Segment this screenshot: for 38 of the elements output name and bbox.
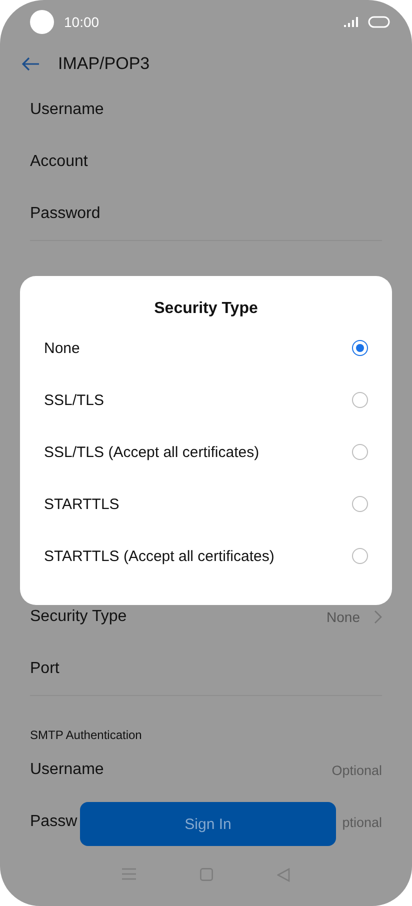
field-label: Username: [30, 761, 104, 779]
option-label: STARTTLS: [44, 496, 120, 512]
security-type-row[interactable]: Security Type None: [0, 591, 412, 643]
radio-button[interactable]: [352, 496, 368, 512]
back-triangle-icon[interactable]: [277, 868, 290, 882]
battery-icon: [368, 16, 390, 28]
field-label: Port: [30, 660, 60, 678]
option-label: None: [44, 340, 80, 356]
radio-button[interactable]: [352, 340, 368, 356]
radio-option[interactable]: STARTTLS: [44, 478, 368, 530]
camera-cutout: [30, 10, 54, 34]
home-square-icon[interactable]: [200, 868, 213, 881]
radio-option[interactable]: STARTTLS (Accept all certificates): [44, 530, 368, 582]
radio-button[interactable]: [352, 444, 368, 460]
field-label: Account: [30, 153, 88, 171]
signal-icon: [344, 17, 358, 27]
chevron-icon: [374, 610, 382, 624]
section-heading: SMTP Authentication: [29, 727, 143, 744]
status-time: 10:00: [64, 14, 100, 30]
field-label: Username: [30, 101, 104, 119]
radio-option[interactable]: SSL/TLS (Accept all certificates): [44, 426, 368, 478]
dialog-title: Security Type: [153, 299, 259, 319]
screen-title: IMAP/POP3: [58, 54, 150, 74]
option-label: STARTTLS (Accept all certificates): [44, 548, 274, 564]
radio-button[interactable]: [352, 548, 368, 564]
back-arrow-icon[interactable]: [22, 57, 40, 71]
field-label: Password: [30, 205, 100, 223]
input-field[interactable]: Optional: [330, 762, 382, 778]
field-label: Passw: [30, 813, 78, 831]
menu-icon[interactable]: [122, 868, 136, 880]
input-field[interactable]: ptional: [336, 814, 382, 830]
radio-option[interactable]: SSL/TLS: [44, 374, 368, 426]
radio-button[interactable]: [352, 392, 368, 408]
radio-option[interactable]: None: [44, 322, 368, 374]
row-value: None: [326, 609, 360, 625]
option-label: SSL/TLS (Accept all certificates): [44, 444, 260, 460]
option-label: SSL/TLS: [44, 392, 104, 408]
row-label: Security Type: [30, 608, 127, 626]
